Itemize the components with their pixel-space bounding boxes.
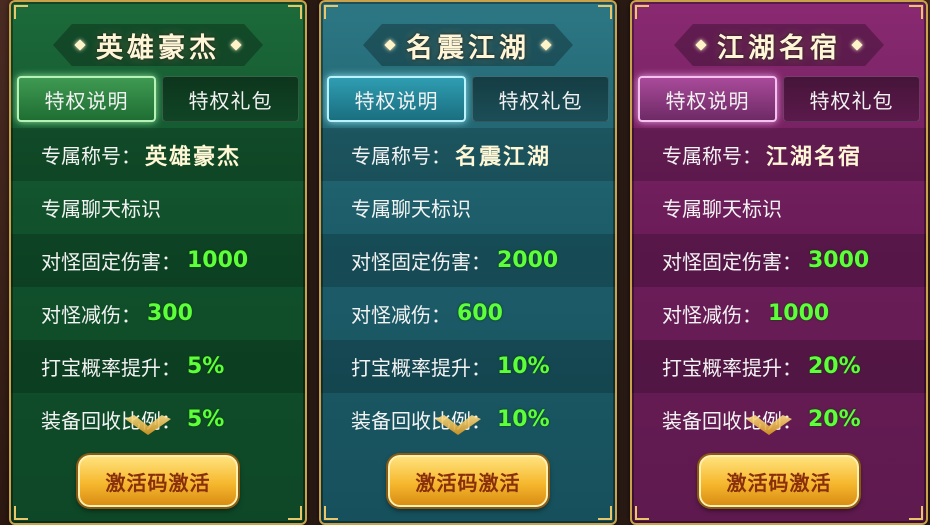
exclusive-title-label: 专属称号： [351,144,451,168]
privilege-card-1: 英雄豪杰 特权说明 特权礼包 专属称号： 英雄豪杰 专属聊天标识 对怪固定伤害：… [9,0,307,525]
diamond-icon [230,39,242,51]
tab-privilege-description[interactable]: 特权说明 [638,76,777,122]
stat-value: 300 [147,301,193,326]
exclusive-title-row: 专属称号： 江湖名宿 [632,128,926,181]
stat-value: 5% [187,407,225,432]
activation-code-button[interactable]: 激活码激活 [78,455,238,507]
stat-label: 对怪固定伤害： [41,250,181,274]
privilege-list: 专属称号： 江湖名宿 专属聊天标识 对怪固定伤害： 3000 对怪减伤： 100… [632,128,926,446]
stat-value: 10% [497,354,550,379]
diamond-icon [540,39,552,51]
corner-ornament [598,5,612,19]
tab-privilege-gift[interactable]: 特权礼包 [162,76,299,122]
tab-bar: 特权说明 特权礼包 [327,76,609,126]
exclusive-title-value: 江湖名宿 [766,144,863,170]
corner-ornament [909,506,923,520]
stat-row-damage-reduction: 对怪减伤： 600 [321,287,615,340]
privilege-list: 专属称号： 名震江湖 专属聊天标识 对怪固定伤害： 2000 对怪减伤： 600… [321,128,615,446]
stat-label: 对怪减伤： [41,303,141,327]
exclusive-title-label: 专属称号： [41,144,141,168]
stat-value: 1000 [768,301,830,326]
exclusive-title-row: 专属称号： 名震江湖 [321,128,615,181]
stat-row-monster-damage: 对怪固定伤害： 2000 [321,234,615,287]
card-title-plate: 名震江湖 [363,24,573,66]
tab-bar: 特权说明 特权礼包 [17,76,299,126]
corner-ornament [324,5,338,19]
diamond-icon [695,39,707,51]
diamond-icon [74,39,86,51]
tab-privilege-description[interactable]: 特权说明 [327,76,466,122]
stat-value: 10% [497,407,550,432]
stat-row-drop-rate: 打宝概率提升： 10% [321,340,615,393]
stat-label: 对怪固定伤害： [351,250,491,274]
card-title: 名震江湖 [406,32,530,64]
stat-row-damage-reduction: 对怪减伤： 1000 [632,287,926,340]
stat-value: 600 [457,301,503,326]
stat-label: 打宝概率提升： [41,356,181,380]
exclusive-title-value: 英雄豪杰 [145,144,242,170]
corner-ornament [635,506,649,520]
card-title-plate: 英雄豪杰 [53,24,263,66]
exclusive-title-label: 专属称号： [662,144,762,168]
corner-ornament [288,506,302,520]
corner-ornament [324,506,338,520]
stat-value: 5% [187,354,225,379]
diamond-icon [384,39,396,51]
stat-row-recycle-ratio: 装备回收比例： 5% [11,393,305,446]
privilege-card-2: 名震江湖 特权说明 特权礼包 专属称号： 名震江湖 专属聊天标识 对怪固定伤害：… [319,0,617,525]
stat-value: 2000 [497,248,559,273]
stat-value: 1000 [187,248,249,273]
card-title: 英雄豪杰 [96,32,220,64]
stat-value: 20% [808,407,861,432]
stat-row-monster-damage: 对怪固定伤害： 3000 [632,234,926,287]
stat-label: 打宝概率提升： [662,356,802,380]
corner-ornament [288,5,302,19]
stat-row-drop-rate: 打宝概率提升： 20% [632,340,926,393]
exclusive-title-value: 名震江湖 [455,144,552,170]
chat-badge-label: 专属聊天标识 [662,197,782,221]
card-title: 江湖名宿 [717,32,841,64]
chat-badge-row: 专属聊天标识 [632,181,926,234]
diamond-icon [851,39,863,51]
chat-badge-row: 专属聊天标识 [11,181,305,234]
chat-badge-row: 专属聊天标识 [321,181,615,234]
corner-ornament [598,506,612,520]
stat-row-recycle-ratio: 装备回收比例： 10% [321,393,615,446]
stat-row-damage-reduction: 对怪减伤： 300 [11,287,305,340]
corner-ornament [14,506,28,520]
stat-value: 3000 [808,248,870,273]
exclusive-title-row: 专属称号： 英雄豪杰 [11,128,305,181]
chat-badge-label: 专属聊天标识 [351,197,471,221]
activation-code-button[interactable]: 激活码激活 [699,455,859,507]
corner-ornament [635,5,649,19]
stat-value: 20% [808,354,861,379]
activation-code-button[interactable]: 激活码激活 [388,455,548,507]
corner-ornament [14,5,28,19]
chat-badge-label: 专属聊天标识 [41,197,161,221]
privilege-list: 专属称号： 英雄豪杰 专属聊天标识 对怪固定伤害： 1000 对怪减伤： 300… [11,128,305,446]
tab-privilege-gift[interactable]: 特权礼包 [472,76,609,122]
tab-privilege-description[interactable]: 特权说明 [17,76,156,122]
privilege-card-3: 江湖名宿 特权说明 特权礼包 专属称号： 江湖名宿 专属聊天标识 对怪固定伤害：… [630,0,928,525]
card-title-plate: 江湖名宿 [674,24,884,66]
stat-label: 对怪减伤： [351,303,451,327]
stat-label: 打宝概率提升： [351,356,491,380]
stat-row-monster-damage: 对怪固定伤害： 1000 [11,234,305,287]
stat-row-recycle-ratio: 装备回收比例： 20% [632,393,926,446]
stat-row-drop-rate: 打宝概率提升： 5% [11,340,305,393]
tab-privilege-gift[interactable]: 特权礼包 [783,76,920,122]
stat-label: 对怪固定伤害： [662,250,802,274]
corner-ornament [909,5,923,19]
stat-label: 对怪减伤： [662,303,762,327]
tab-bar: 特权说明 特权礼包 [638,76,920,126]
